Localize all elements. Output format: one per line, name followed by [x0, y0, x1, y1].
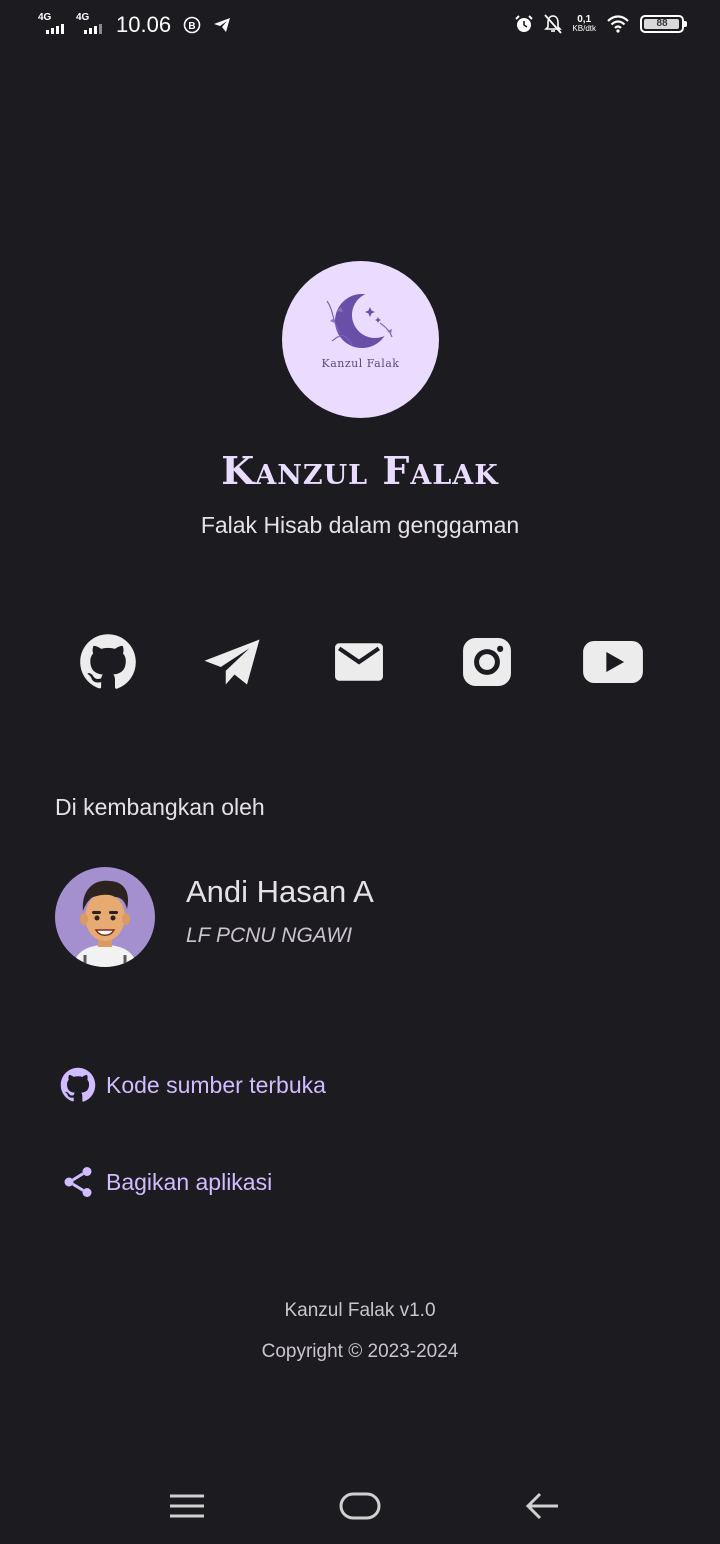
- social-links: [0, 630, 720, 694]
- menu-button[interactable]: [157, 1486, 217, 1526]
- youtube-icon: [583, 640, 643, 684]
- telegram-notification-icon: [214, 18, 231, 32]
- github-icon: [80, 634, 136, 689]
- notifications-off-icon: [544, 14, 563, 34]
- app-logo: Kanzul Falak: [282, 261, 439, 418]
- clock: 10.06: [116, 12, 172, 37]
- github-icon: [60, 1067, 96, 1102]
- battery-level: 88: [656, 18, 668, 29]
- network-speed: 0,1 KB/dtk: [572, 14, 596, 33]
- home-button[interactable]: [330, 1486, 390, 1526]
- status-bar: 4G 4G 10.06 B 0,1 KB/dtk 88: [0, 0, 720, 54]
- developer-organization: LF PCNU NGAWI: [186, 924, 353, 947]
- b-notification-icon: B: [183, 16, 201, 34]
- avatar-icon: [73, 880, 137, 967]
- signal-icon: 4G: [38, 12, 70, 38]
- network-type-2: 4G: [76, 12, 90, 23]
- github-button[interactable]: [76, 630, 140, 694]
- instagram-button[interactable]: [455, 630, 519, 694]
- alarm-icon: [515, 15, 534, 32]
- telegram-icon: [204, 639, 260, 685]
- signal-icon: 4G: [76, 12, 108, 38]
- share-app-label: Bagikan aplikasi: [106, 1168, 273, 1195]
- developer-section-label: Di kembangkan oleh: [55, 794, 265, 820]
- logo-text: Kanzul Falak: [321, 357, 400, 370]
- copyright: Copyright © 2023-2024: [261, 1341, 459, 1362]
- source-code-link[interactable]: Kode sumber terbuka: [60, 1065, 326, 1105]
- svg-text:B: B: [188, 21, 195, 32]
- app-title: Kanzul Falak: [221, 448, 499, 493]
- home-icon: [339, 1492, 381, 1520]
- app-tagline: Falak Hisab dalam genggaman: [200, 512, 520, 538]
- mail-icon: [335, 643, 383, 681]
- crescent-moon-icon: [326, 292, 398, 348]
- system-navigation-bar: [0, 1470, 720, 1544]
- youtube-button[interactable]: [581, 630, 645, 694]
- source-code-label: Kode sumber terbuka: [106, 1071, 326, 1098]
- telegram-button[interactable]: [200, 630, 264, 694]
- app-version: Kanzul Falak v1.0: [284, 1300, 436, 1321]
- developer-avatar: [55, 867, 155, 967]
- menu-icon: [170, 1494, 204, 1518]
- wifi-icon: [607, 15, 629, 33]
- share-icon: [64, 1167, 92, 1197]
- share-app-link[interactable]: Bagikan aplikasi: [60, 1162, 272, 1202]
- instagram-icon: [463, 638, 511, 686]
- mail-button[interactable]: [327, 630, 391, 694]
- developer-name: Andi Hasan A: [186, 874, 374, 909]
- battery-icon: 88: [640, 15, 687, 33]
- back-button[interactable]: [512, 1486, 572, 1526]
- network-type-1: 4G: [38, 12, 52, 23]
- back-arrow-icon: [525, 1492, 558, 1520]
